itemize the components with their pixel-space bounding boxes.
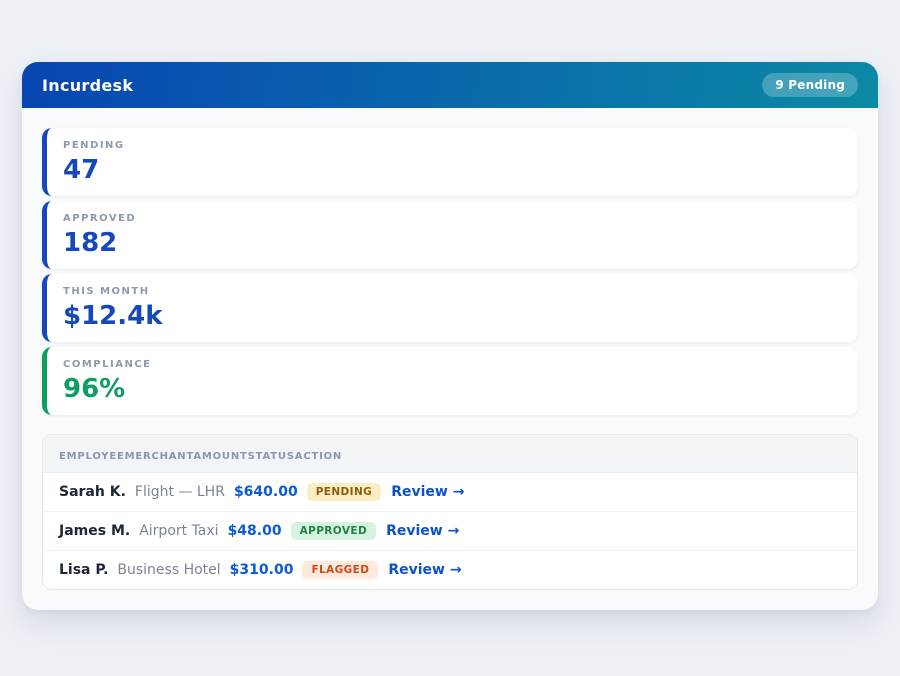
- table-row: Lisa P. Business Hotel $310.00 FLAGGED R…: [43, 550, 857, 589]
- status-badge: FLAGGED: [302, 561, 378, 579]
- column-header-action: ACTION: [295, 451, 342, 462]
- review-link[interactable]: Review →: [391, 484, 464, 500]
- column-header-employee: EMPLOYEE: [59, 451, 125, 462]
- stat-card-pending: PENDING 47: [42, 128, 858, 196]
- stat-value: 47: [63, 157, 842, 183]
- status-badge: PENDING: [307, 483, 381, 501]
- stat-value: 96%: [63, 376, 842, 402]
- employee-name: Sarah K.: [59, 484, 126, 500]
- stat-label: APPROVED: [63, 213, 842, 224]
- employee-name: James M.: [59, 523, 130, 539]
- expense-amount: $48.00: [228, 523, 282, 539]
- table-row: Sarah K. Flight — LHR $640.00 PENDING Re…: [43, 473, 857, 511]
- stat-value: 182: [63, 230, 842, 256]
- app-title: Incurdesk: [42, 76, 133, 95]
- app-header: Incurdesk 9 Pending: [22, 62, 878, 108]
- stat-label: THIS MONTH: [63, 286, 842, 297]
- column-header-merchant: MERCHANT: [125, 451, 194, 462]
- review-link[interactable]: Review →: [388, 562, 461, 578]
- stat-card-compliance: COMPLIANCE 96%: [42, 347, 858, 415]
- table-header-row: EMPLOYEEMERCHANTAMOUNTSTATUSACTION: [43, 435, 857, 473]
- expense-table: EMPLOYEEMERCHANTAMOUNTSTATUSACTION Sarah…: [42, 434, 858, 590]
- merchant-name: Business Hotel: [117, 562, 220, 578]
- employee-name: Lisa P.: [59, 562, 108, 578]
- incurdesk-panel: Incurdesk 9 Pending PENDING 47 APPROVED …: [22, 62, 878, 610]
- expense-amount: $640.00: [234, 484, 298, 500]
- column-header-status: STATUS: [248, 451, 295, 462]
- panel-body: PENDING 47 APPROVED 182 THIS MONTH $12.4…: [22, 108, 878, 610]
- merchant-name: Flight — LHR: [135, 484, 225, 500]
- table-row: James M. Airport Taxi $48.00 APPROVED Re…: [43, 511, 857, 550]
- stat-card-this-month: THIS MONTH $12.4k: [42, 274, 858, 342]
- stat-label: COMPLIANCE: [63, 359, 842, 370]
- stat-label: PENDING: [63, 140, 842, 151]
- expense-amount: $310.00: [230, 562, 294, 578]
- column-header-amount: AMOUNT: [193, 451, 247, 462]
- review-link[interactable]: Review →: [386, 523, 459, 539]
- status-badge: APPROVED: [291, 522, 376, 540]
- pending-count-badge: 9 Pending: [762, 73, 858, 97]
- merchant-name: Airport Taxi: [139, 523, 218, 539]
- stat-card-approved: APPROVED 182: [42, 201, 858, 269]
- stat-value: $12.4k: [63, 303, 842, 329]
